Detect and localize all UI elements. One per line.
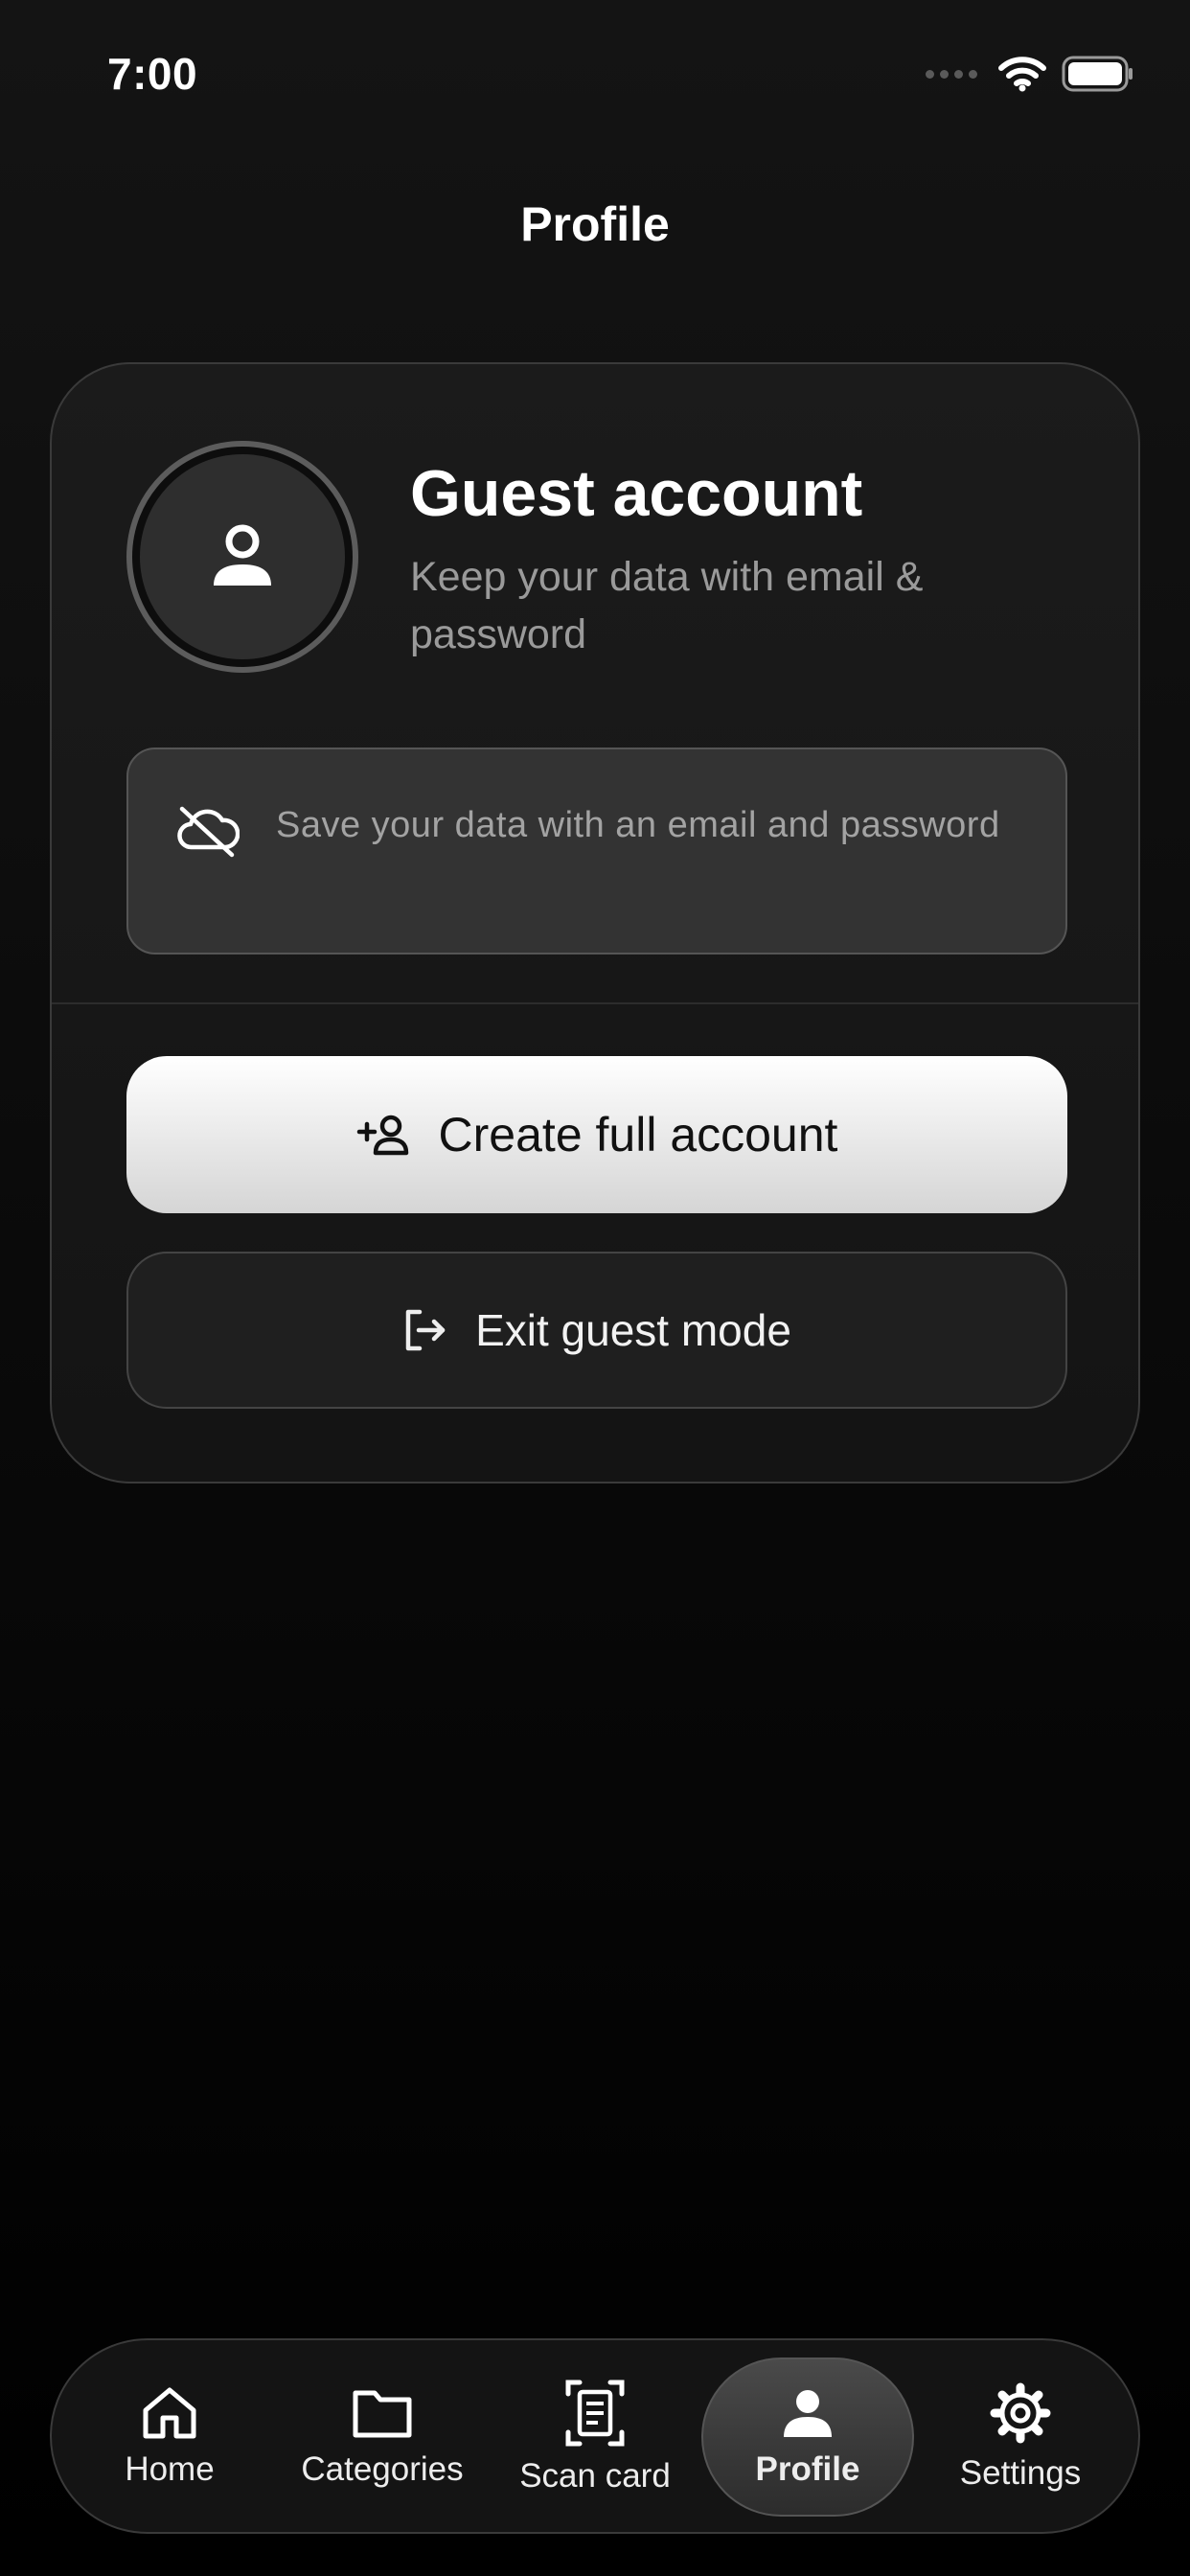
status-time: 7:00 xyxy=(107,49,198,99)
logout-icon xyxy=(405,1309,446,1351)
gear-icon xyxy=(990,2382,1051,2444)
page-title: Profile xyxy=(520,197,670,251)
create-full-account-button[interactable]: Create full account xyxy=(126,1056,1067,1213)
tab-categories[interactable]: Categories xyxy=(276,2358,489,2517)
person-icon xyxy=(784,2390,832,2437)
battery-icon xyxy=(1062,56,1133,92)
wifi-icon xyxy=(998,57,1046,92)
guest-account-card: Guest account Keep your data with email … xyxy=(50,362,1140,1484)
tab-scan-card[interactable]: Scan card xyxy=(489,2358,701,2517)
exit-guest-label: Exit guest mode xyxy=(475,1305,791,1355)
status-indicators xyxy=(926,56,1134,92)
create-account-label: Create full account xyxy=(438,1108,838,1162)
tab-label: Home xyxy=(125,2450,215,2488)
avatar xyxy=(126,441,358,673)
profile-screen: 7:00 Profile Guest account Keep your dat… xyxy=(0,0,1190,2576)
cloud-off-icon xyxy=(177,806,240,858)
person-icon xyxy=(214,524,271,586)
exit-guest-mode-button[interactable]: Exit guest mode xyxy=(126,1252,1067,1409)
tab-label: Settings xyxy=(959,2454,1082,2492)
save-data-notice: Save your data with an email and passwor… xyxy=(126,748,1067,954)
add-user-icon xyxy=(356,1115,408,1156)
divider xyxy=(52,1002,1138,1004)
tab-label: Scan card xyxy=(519,2457,671,2495)
cellular-signal-icon xyxy=(926,69,977,79)
tab-settings[interactable]: Settings xyxy=(914,2358,1127,2517)
home-icon xyxy=(143,2387,196,2439)
tab-bar: Home Categories Scan card Profile Settin… xyxy=(50,2338,1140,2534)
folder-icon xyxy=(353,2390,412,2438)
save-data-text: Save your data with an email and passwor… xyxy=(276,805,1000,845)
account-type-title: Guest account xyxy=(410,457,863,530)
scan-document-icon xyxy=(565,2380,625,2447)
account-subtitle: Keep your data with email & password xyxy=(410,554,924,657)
tab-label: Profile xyxy=(755,2450,860,2488)
tab-label: Categories xyxy=(301,2450,464,2488)
tab-home[interactable]: Home xyxy=(63,2358,276,2517)
tab-profile[interactable]: Profile xyxy=(701,2358,914,2517)
